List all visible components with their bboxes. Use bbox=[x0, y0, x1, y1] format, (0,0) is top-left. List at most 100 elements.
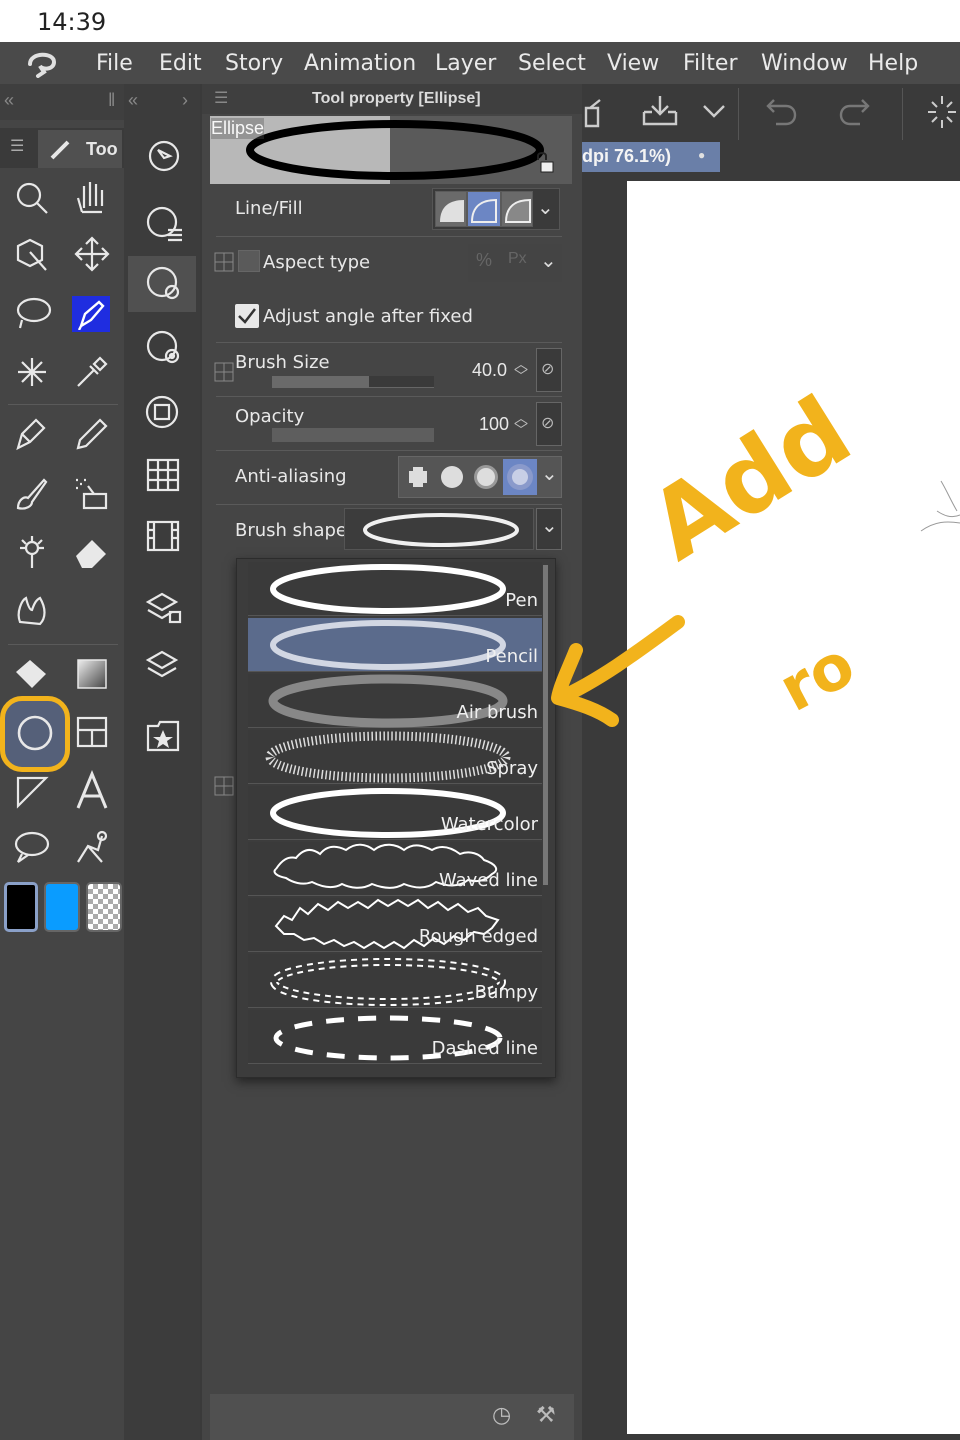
canvas-paper[interactable] bbox=[627, 181, 960, 1434]
brush-shape-item-pencil[interactable]: Pencil bbox=[248, 618, 542, 672]
selection-pen-tool[interactable] bbox=[72, 296, 110, 332]
divider bbox=[216, 504, 562, 505]
main-color-swatch[interactable] bbox=[4, 882, 38, 932]
menu-view[interactable]: View bbox=[607, 51, 659, 76]
spinner-icon[interactable]: ︿ ﹀ bbox=[514, 357, 528, 383]
fill-only-button[interactable] bbox=[435, 191, 467, 227]
frame-border-icon[interactable] bbox=[72, 712, 112, 752]
pen-icon[interactable] bbox=[12, 414, 52, 454]
sub-tool-icon[interactable] bbox=[144, 204, 184, 244]
layer-property-icon[interactable] bbox=[144, 586, 184, 626]
balloon-icon[interactable] bbox=[12, 828, 52, 868]
sub-color-swatch[interactable] bbox=[44, 882, 80, 932]
tool-tab[interactable]: Too bbox=[38, 130, 122, 168]
brush-size-slider[interactable] bbox=[272, 376, 434, 388]
color-wheel-icon[interactable] bbox=[144, 394, 184, 434]
collapse-left-icon[interactable]: « bbox=[4, 90, 14, 111]
menu-animation[interactable]: Animation bbox=[304, 51, 416, 76]
panel-menu-icon[interactable]: ☰ bbox=[214, 88, 228, 108]
expand-icon[interactable]: › bbox=[182, 90, 188, 111]
ruler-icon[interactable] bbox=[12, 772, 52, 812]
aa-none-button[interactable] bbox=[401, 459, 435, 495]
redo-icon[interactable] bbox=[838, 94, 872, 128]
wrench-icon[interactable]: ⚒ bbox=[536, 1402, 556, 1428]
chevron-down-icon[interactable] bbox=[700, 102, 728, 122]
menu-edit[interactable]: Edit bbox=[159, 51, 202, 76]
canvas-tab[interactable]: dpi 76.1%) ● bbox=[582, 142, 720, 172]
blend-icon[interactable] bbox=[12, 590, 52, 630]
magic-wand-icon[interactable] bbox=[12, 352, 52, 392]
menu-layer[interactable]: Layer bbox=[435, 51, 496, 76]
object-select-icon[interactable] bbox=[12, 236, 52, 274]
material-icon[interactable] bbox=[144, 716, 184, 756]
brush-shape-item-rough-edged[interactable]: Rough edged bbox=[248, 898, 542, 952]
percent-aspect-icon[interactable]: % bbox=[476, 250, 492, 271]
pressure-button[interactable]: ⊘ bbox=[536, 402, 562, 446]
brush-shape-preview[interactable] bbox=[344, 508, 534, 550]
lock-icon[interactable] bbox=[532, 150, 554, 174]
brush-shape-item-waved-line[interactable]: Waved line bbox=[248, 842, 542, 896]
transparent-color-swatch[interactable] bbox=[86, 882, 122, 932]
chevron-down-icon[interactable]: ⌄ bbox=[540, 248, 557, 273]
reset-icon[interactable]: ◷ bbox=[492, 1402, 511, 1428]
panel-grip-icon[interactable]: ‖ bbox=[108, 90, 115, 111]
gradient-icon[interactable] bbox=[72, 654, 112, 694]
menu-story[interactable]: Story bbox=[225, 51, 283, 76]
zoom-icon[interactable] bbox=[14, 180, 50, 216]
brush-icon[interactable] bbox=[12, 474, 52, 514]
layer-icon[interactable] bbox=[144, 646, 184, 686]
navigator-icon[interactable] bbox=[144, 136, 184, 176]
spinner-icon[interactable]: ︿ ﹀ bbox=[514, 411, 528, 437]
line-and-fill-button[interactable] bbox=[501, 191, 533, 227]
text-icon[interactable] bbox=[70, 770, 114, 814]
px-aspect-icon[interactable]: Px bbox=[508, 250, 527, 268]
timeline-icon[interactable] bbox=[144, 516, 184, 556]
menu-help[interactable]: Help bbox=[868, 51, 918, 76]
expand-plus-icon[interactable] bbox=[214, 362, 234, 382]
aa-weak-button[interactable] bbox=[435, 459, 469, 495]
save-icon[interactable] bbox=[640, 94, 680, 128]
expand-plus-icon[interactable] bbox=[214, 252, 234, 272]
lasso-icon[interactable] bbox=[12, 294, 52, 334]
undo-icon[interactable] bbox=[764, 94, 798, 128]
opacity-value[interactable]: 100 bbox=[479, 414, 509, 435]
line-only-button[interactable] bbox=[467, 191, 501, 227]
brush-shape-item-dashed-line[interactable]: Dashed line bbox=[248, 1010, 542, 1064]
chevron-down-icon[interactable]: ⌄ bbox=[537, 195, 554, 220]
correct-line-icon[interactable] bbox=[72, 828, 112, 868]
menu-icon[interactable]: ☰ bbox=[10, 136, 24, 156]
brush-size-value[interactable]: 40.0 bbox=[472, 360, 507, 381]
brush-shape-item-spray[interactable]: Spray bbox=[248, 730, 542, 784]
menu-filter[interactable]: Filter bbox=[683, 51, 737, 76]
color-set-icon[interactable] bbox=[144, 456, 184, 496]
loading-icon[interactable] bbox=[924, 92, 960, 132]
aa-strong-button[interactable] bbox=[503, 459, 537, 495]
tool-property-tab[interactable] bbox=[128, 256, 196, 312]
hand-icon[interactable] bbox=[72, 178, 108, 216]
export-icon[interactable] bbox=[584, 98, 608, 128]
menu-file[interactable]: File bbox=[96, 51, 133, 76]
menu-select[interactable]: Select bbox=[518, 51, 586, 76]
move-icon[interactable] bbox=[72, 234, 112, 274]
collapse-icon[interactable]: « bbox=[128, 90, 138, 111]
brush-shape-item-airbrush[interactable]: Air brush bbox=[248, 674, 542, 728]
eraser-icon[interactable] bbox=[72, 532, 112, 572]
expand-plus-icon[interactable] bbox=[214, 776, 234, 796]
brush-size-icon[interactable] bbox=[144, 328, 184, 368]
airbrush-icon[interactable] bbox=[72, 474, 112, 514]
brush-shape-item-pen[interactable]: Pen bbox=[248, 562, 542, 616]
figure-tool-highlight[interactable] bbox=[0, 696, 70, 772]
brush-shape-item-bumpy[interactable]: Bumpy bbox=[248, 954, 542, 1008]
pencil-icon[interactable] bbox=[72, 414, 112, 454]
eyedropper-icon[interactable] bbox=[72, 352, 112, 392]
aspect-type-checkbox[interactable] bbox=[238, 250, 260, 272]
pressure-button[interactable]: ⊘ bbox=[536, 348, 562, 392]
brush-shape-item-watercolor[interactable]: Watercolor bbox=[248, 786, 542, 840]
menu-window[interactable]: Window bbox=[761, 51, 848, 76]
adjust-angle-checkbox[interactable] bbox=[235, 304, 259, 328]
app-logo-icon[interactable] bbox=[24, 48, 60, 78]
aa-medium-button[interactable] bbox=[469, 459, 503, 495]
fill-icon[interactable] bbox=[12, 654, 52, 694]
opacity-slider[interactable] bbox=[272, 428, 434, 442]
decoration-icon[interactable] bbox=[12, 532, 52, 572]
